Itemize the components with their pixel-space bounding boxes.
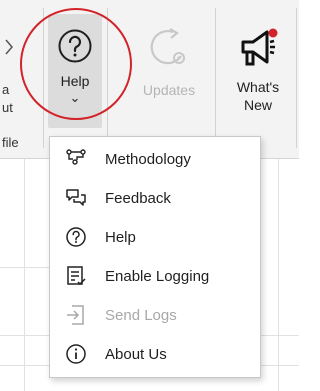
grid-column-line [24, 159, 25, 391]
partial-label-1: a [2, 82, 10, 97]
whats-new-ribbon-button[interactable]: What's New [222, 28, 294, 114]
menu-item-help[interactable]: Help [50, 220, 260, 254]
menu-item-feedback[interactable]: Feedback [50, 181, 260, 215]
menu-item-label: Send Logs [105, 306, 177, 324]
whats-new-label-1: What's [236, 79, 280, 95]
send-logs-icon [67, 305, 84, 325]
updates-button-label: Updates [142, 82, 196, 98]
feedback-icon [66, 189, 86, 206]
grid-column-line [278, 159, 279, 391]
help-icon [66, 227, 86, 247]
menu-item-send-logs: Send Logs [50, 298, 260, 332]
menu-item-about-us[interactable]: About Us [50, 337, 260, 371]
menu-item-label: Enable Logging [105, 267, 210, 285]
ribbon-separator [215, 8, 216, 148]
menu-item-label: Methodology [105, 150, 191, 168]
menu-item-label: Feedback [105, 189, 171, 207]
info-icon [66, 344, 86, 364]
highlight-circle [20, 8, 132, 120]
grid-line [259, 365, 299, 366]
notification-dot [268, 28, 278, 38]
help-dropdown-menu: Methodology Feedback Help Enable Logging… [49, 136, 261, 378]
logging-icon [67, 266, 86, 286]
methodology-icon [66, 149, 86, 165]
menu-item-label: About Us [105, 345, 167, 363]
updates-ribbon-button[interactable]: Updates [132, 28, 206, 99]
partial-group-label: file [2, 135, 19, 150]
menu-item-methodology[interactable]: Methodology [50, 142, 260, 176]
menu-item-enable-logging[interactable]: Enable Logging [50, 259, 260, 293]
updates-icon [150, 28, 185, 65]
menu-item-label: Help [105, 228, 136, 246]
partial-icon [5, 39, 13, 55]
ribbon-separator [296, 8, 297, 148]
grid-line [259, 335, 299, 336]
megaphone-icon [241, 28, 278, 66]
partial-label-2: ut [2, 100, 13, 115]
whats-new-label-2: New [243, 97, 272, 113]
